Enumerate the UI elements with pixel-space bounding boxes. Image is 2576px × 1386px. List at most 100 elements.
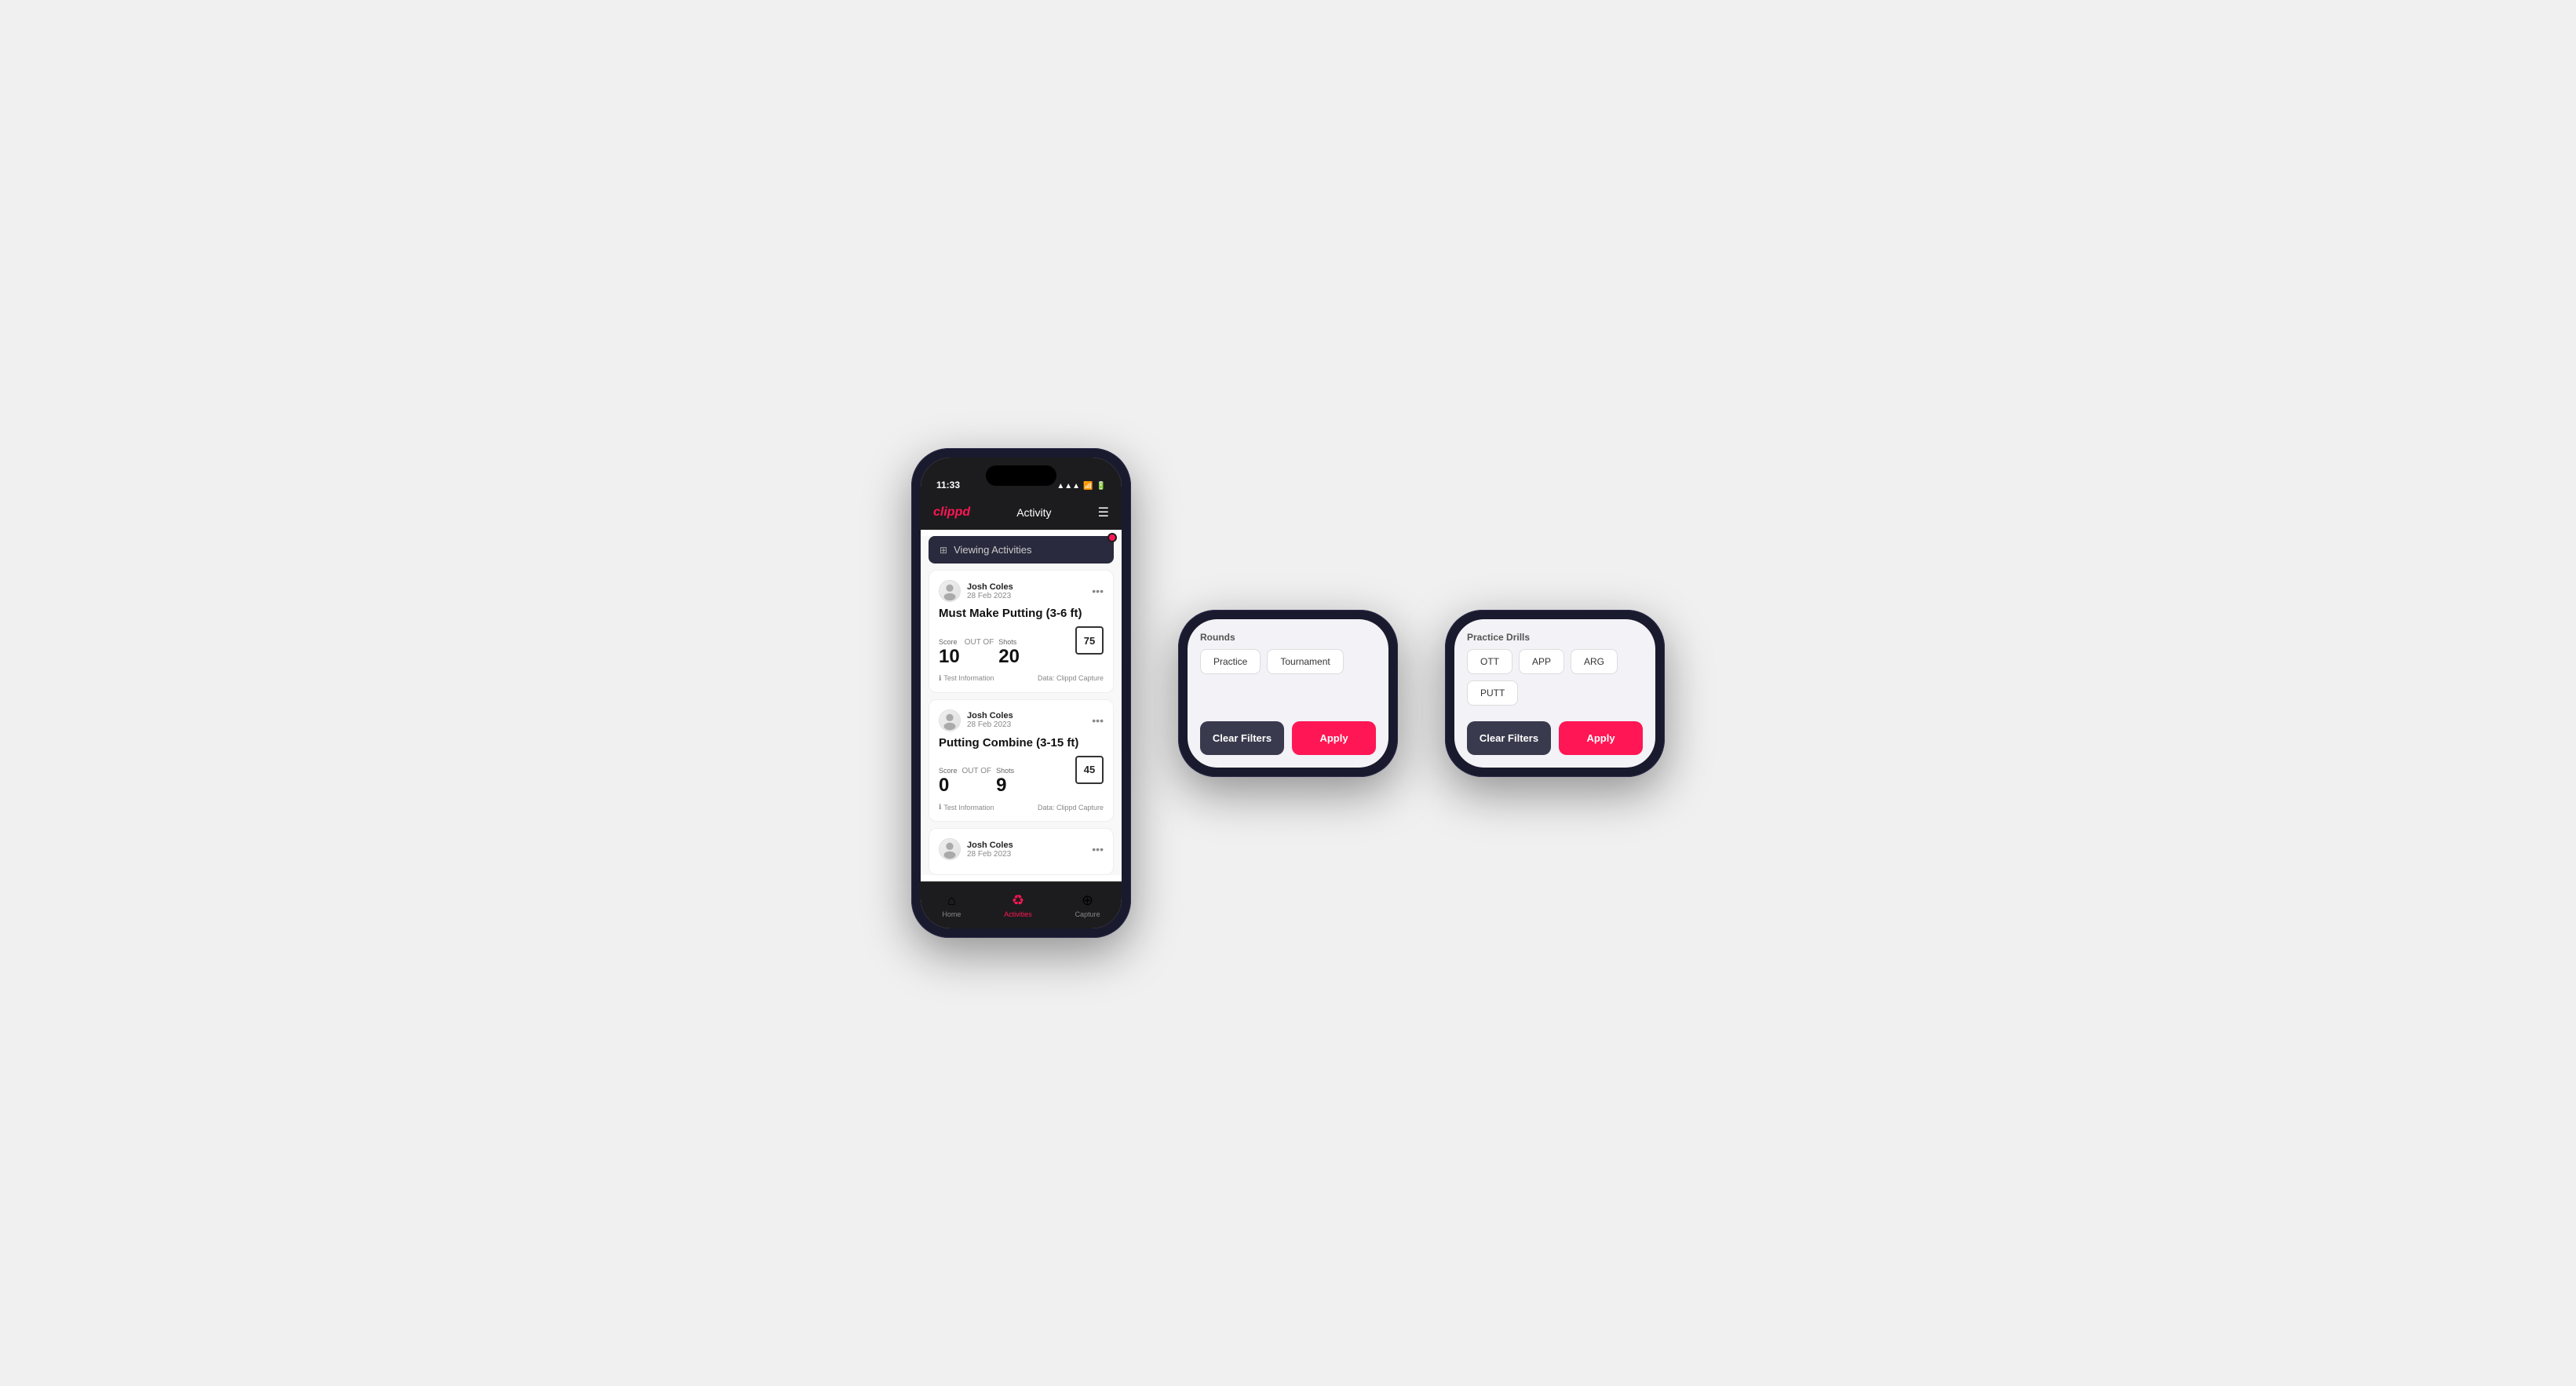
avatar-svg-3: [940, 838, 960, 860]
viewing-activities-bar-1[interactable]: ⊞ Viewing Activities: [929, 536, 1114, 564]
avatar-inner-1: [940, 581, 960, 601]
nav-title-1: Activity: [1016, 506, 1051, 519]
shots-section-1: Shots 20: [998, 638, 1020, 668]
more-dots-2[interactable]: •••: [1092, 714, 1104, 727]
shot-quality-badge-1: 75: [1075, 626, 1104, 655]
app-logo-1: clippd: [933, 505, 970, 520]
more-dots-3[interactable]: •••: [1092, 843, 1104, 855]
apply-btn-2[interactable]: Apply: [1292, 721, 1376, 755]
info-text-1: Test Information: [943, 674, 994, 682]
filter-modal-overlay-3: Filter ✕ Show Rounds Practice Drills Pra…: [1454, 619, 1655, 768]
activity-card-3[interactable]: Josh Coles 28 Feb 2023 •••: [929, 828, 1114, 875]
card-user-2: Josh Coles 28 Feb 2023: [939, 709, 1013, 731]
user-info-2: Josh Coles 28 Feb 2023: [967, 711, 1013, 729]
shots-value-1: 20: [998, 646, 1020, 667]
avatar-inner-3: [940, 839, 960, 859]
rounds-options-2: Practice Tournament: [1200, 649, 1376, 674]
phone-2: 11:33 ▲▲▲ 📶 🔋 clippd Activity ☰: [1178, 610, 1398, 777]
filter-modal-2: Filter ✕ Show Rounds Practice Drills Rou…: [1188, 619, 1388, 768]
clear-filters-btn-2[interactable]: Clear Filters: [1200, 721, 1284, 755]
screen-content-1: ⊞ Viewing Activities: [921, 536, 1122, 875]
home-icon-1: ⌂: [947, 892, 956, 909]
card-footer-2: ℹ Test Information Data: Clippd Capture: [939, 803, 1104, 812]
clear-filters-btn-3[interactable]: Clear Filters: [1467, 721, 1551, 755]
app-btn-3[interactable]: APP: [1519, 649, 1564, 674]
card-header-3: Josh Coles 28 Feb 2023 •••: [939, 838, 1104, 860]
more-dots-1[interactable]: •••: [1092, 585, 1104, 597]
card-user-1: Josh Coles 28 Feb 2023: [939, 580, 1013, 602]
user-info-1: Josh Coles 28 Feb 2023: [967, 582, 1013, 600]
score-label-1: Score: [939, 638, 960, 646]
out-of-2: OUT OF: [962, 767, 992, 775]
tab-bar-1: ⌂ Home ♻ Activities ⊕ Capture: [921, 881, 1122, 928]
avatar-svg-2: [940, 709, 960, 731]
shots-label-1: Shots: [998, 638, 1020, 646]
shot-quality-value-2: 45: [1084, 764, 1095, 775]
activities-icon-1: ♻: [1012, 892, 1024, 909]
card-title-2: Putting Combine (3-15 ft): [939, 736, 1104, 750]
card-info-1: ℹ Test Information: [939, 674, 994, 683]
avatar-inner-2: [940, 710, 960, 731]
user-name-1: Josh Coles: [967, 582, 1013, 592]
score-label-2: Score: [939, 767, 958, 775]
filter-footer-3: Clear Filters Apply: [1467, 721, 1643, 755]
score-value-2: 0: [939, 775, 949, 796]
filter-modal-3: Filter ✕ Show Rounds Practice Drills Pra…: [1454, 619, 1655, 768]
card-title-1: Must Make Putting (3-6 ft): [939, 607, 1104, 620]
tab-home-label-1: Home: [942, 910, 961, 918]
user-name-2: Josh Coles: [967, 711, 1013, 720]
card-header-1: Josh Coles 28 Feb 2023 •••: [939, 580, 1104, 602]
data-source-2: Data: Clippd Capture: [1038, 804, 1104, 812]
phone-1: 11:33 ▲▲▲ 📶 🔋 clippd Activity ☰: [911, 448, 1131, 938]
tab-activities-label-1: Activities: [1004, 910, 1032, 918]
shot-quality-badge-2: 45: [1075, 756, 1104, 784]
score-value-1: 10: [939, 646, 960, 667]
drills-options-3: OTT APP ARG PUTT: [1467, 649, 1643, 706]
practice-btn-2[interactable]: Practice: [1200, 649, 1261, 674]
capture-icon-1: ⊕: [1082, 892, 1093, 909]
user-date-3: 28 Feb 2023: [967, 850, 1013, 859]
info-icon-2: ℹ: [939, 803, 941, 812]
tab-home-1[interactable]: ⌂ Home: [942, 892, 961, 918]
signal-icon-1: ▲▲▲: [1056, 482, 1080, 491]
practice-drills-section-label-3: Practice Drills: [1467, 632, 1643, 643]
score-section-2: Score 0: [939, 767, 958, 797]
dynamic-island-1: [986, 465, 1056, 486]
activity-card-1[interactable]: Josh Coles 28 Feb 2023 ••• Must Make Put…: [929, 570, 1114, 693]
tab-capture-label-1: Capture: [1075, 910, 1100, 918]
tournament-btn-2[interactable]: Tournament: [1267, 649, 1343, 674]
card-header-2: Josh Coles 28 Feb 2023 •••: [939, 709, 1104, 731]
user-name-3: Josh Coles: [967, 841, 1013, 850]
activity-card-2[interactable]: Josh Coles 28 Feb 2023 ••• Putting Combi…: [929, 699, 1114, 822]
avatar-svg-1: [940, 580, 960, 602]
putt-btn-3[interactable]: PUTT: [1467, 680, 1518, 706]
card-info-2: ℹ Test Information: [939, 803, 994, 812]
card-footer-1: ℹ Test Information Data: Clippd Capture: [939, 674, 1104, 683]
scene: 11:33 ▲▲▲ 📶 🔋 clippd Activity ☰: [911, 448, 1665, 938]
out-of-1: OUT OF: [965, 638, 994, 647]
viewing-activities-text-1: Viewing Activities: [954, 544, 1031, 556]
apply-btn-3[interactable]: Apply: [1559, 721, 1643, 755]
user-info-3: Josh Coles 28 Feb 2023: [967, 841, 1013, 859]
score-section-1: Score 10: [939, 638, 960, 668]
filter-footer-2: Clear Filters Apply: [1200, 721, 1376, 755]
shots-label-2: Shots: [996, 767, 1014, 775]
shot-quality-value-1: 75: [1084, 635, 1095, 647]
tab-capture-1[interactable]: ⊕ Capture: [1075, 892, 1100, 918]
shots-value-2: 9: [996, 775, 1006, 796]
arg-btn-3[interactable]: ARG: [1571, 649, 1618, 674]
info-text-2: Test Information: [943, 804, 994, 812]
filter-dot-1: [1107, 533, 1117, 542]
ott-btn-3[interactable]: OTT: [1467, 649, 1512, 674]
rounds-section-label-2: Rounds: [1200, 632, 1376, 643]
status-time-1: 11:33: [936, 480, 960, 491]
wifi-icon-1: 📶: [1083, 482, 1093, 491]
filter-modal-overlay-2: Filter ✕ Show Rounds Practice Drills Rou…: [1188, 619, 1388, 768]
status-icons-1: ▲▲▲ 📶 🔋: [1056, 482, 1106, 491]
tab-activities-1[interactable]: ♻ Activities: [1004, 892, 1032, 918]
filter-icon-1: ⊞: [940, 545, 947, 556]
nav-menu-1[interactable]: ☰: [1098, 505, 1109, 520]
avatar-1: [939, 580, 961, 602]
user-date-1: 28 Feb 2023: [967, 592, 1013, 600]
info-icon-1: ℹ: [939, 674, 941, 683]
